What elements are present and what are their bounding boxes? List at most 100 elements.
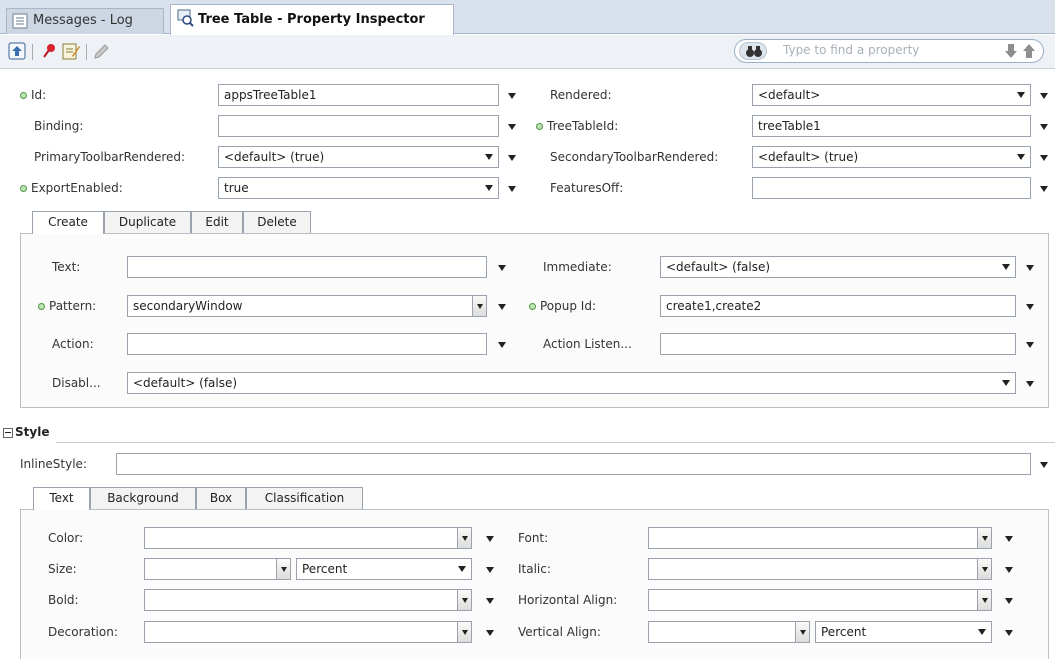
upload-icon[interactable]: [8, 42, 26, 63]
size-menu-icon[interactable]: [484, 564, 496, 576]
vertical-align-label: Vertical Align:: [518, 625, 601, 639]
export-enabled-label-text: ExportEnabled:: [31, 181, 123, 195]
binding-field[interactable]: [218, 115, 499, 137]
size-select[interactable]: [144, 558, 291, 580]
decoration-menu-icon[interactable]: [484, 627, 496, 639]
bold-menu-icon[interactable]: [484, 595, 496, 607]
action-label: Action:: [52, 337, 94, 351]
tab-messages-log[interactable]: Messages - Log: [6, 8, 164, 34]
action-menu-icon[interactable]: [496, 339, 508, 351]
font-select[interactable]: [648, 527, 992, 549]
style-section-title: Style: [15, 425, 50, 439]
status-dot: [38, 303, 45, 310]
primary-toolbar-select[interactable]: <default> (true): [218, 146, 499, 168]
pattern-menu-icon[interactable]: [496, 301, 508, 313]
next-match-icon[interactable]: [1003, 43, 1019, 62]
id-field[interactable]: appsTreeTable1: [218, 84, 499, 106]
inline-style-menu-icon[interactable]: [1038, 459, 1050, 471]
secondary-toolbar-select[interactable]: <default> (true): [752, 146, 1031, 168]
chevron-down-icon: [795, 622, 809, 642]
tab-duplicate[interactable]: Duplicate: [104, 211, 191, 233]
rendered-menu-icon[interactable]: [1038, 90, 1050, 102]
bold-label: Bold:: [48, 593, 79, 607]
action-listener-field[interactable]: [660, 333, 1016, 355]
immediate-select[interactable]: <default> (false): [660, 256, 1016, 278]
font-menu-icon[interactable]: [1003, 533, 1015, 545]
chevron-down-icon: [453, 559, 471, 579]
previous-match-icon[interactable]: [1021, 43, 1037, 62]
primary-toolbar-menu-icon[interactable]: [506, 152, 518, 164]
inline-style-label: InlineStyle:: [20, 457, 87, 471]
features-off-menu-icon[interactable]: [1038, 183, 1050, 195]
id-value: appsTreeTable1: [224, 88, 317, 102]
chevron-down-icon: [977, 528, 991, 548]
rendered-select[interactable]: <default>: [752, 84, 1031, 106]
italic-select[interactable]: [648, 558, 992, 580]
export-enabled-select[interactable]: true: [218, 177, 499, 199]
chevron-down-icon: [480, 178, 498, 198]
tab-create-label: Create: [48, 215, 88, 229]
pattern-select[interactable]: secondaryWindow: [127, 295, 487, 317]
disabled-label: Disabl...: [52, 376, 101, 390]
id-label-text: Id:: [31, 88, 47, 102]
inline-style-field[interactable]: [116, 453, 1031, 475]
collapse-icon[interactable]: [3, 428, 13, 438]
binding-menu-icon[interactable]: [506, 121, 518, 133]
tab-create[interactable]: Create: [32, 211, 104, 234]
edit-document-icon[interactable]: [61, 41, 81, 64]
vertical-align-menu-icon[interactable]: [1003, 627, 1015, 639]
bold-select[interactable]: [144, 589, 472, 611]
chevron-down-icon: [997, 373, 1015, 393]
vertical-align-unit-select[interactable]: Percent: [815, 621, 992, 643]
immediate-menu-icon[interactable]: [1024, 262, 1036, 274]
tab-style-text[interactable]: Text: [33, 487, 90, 510]
pattern-label: Pattern:: [38, 298, 96, 314]
pencil-icon[interactable]: [92, 42, 110, 63]
features-off-field[interactable]: [752, 177, 1031, 199]
color-select[interactable]: [144, 527, 472, 549]
decoration-select[interactable]: [144, 621, 472, 643]
italic-menu-icon[interactable]: [1003, 564, 1015, 576]
text-menu-icon[interactable]: [496, 262, 508, 274]
text-label: Text:: [52, 260, 81, 274]
tab-style-background[interactable]: Background: [90, 487, 196, 509]
size-unit-select[interactable]: Percent: [296, 558, 472, 580]
tab-duplicate-label: Duplicate: [118, 215, 177, 229]
tab-style-classification[interactable]: Classification: [246, 487, 363, 509]
pattern-label-text: Pattern:: [49, 299, 97, 313]
popup-id-field[interactable]: create1,create2: [660, 295, 1016, 317]
export-enabled-menu-icon[interactable]: [506, 183, 518, 195]
disabled-value: <default> (false): [133, 376, 238, 390]
features-off-label: FeaturesOff:: [550, 181, 624, 195]
chevron-down-icon: [472, 296, 486, 316]
action-field[interactable]: [127, 333, 487, 355]
tab-style-box-label: Box: [209, 491, 233, 505]
popup-id-label: Popup Id:: [529, 298, 596, 314]
tab-delete-label: Delete: [257, 215, 297, 229]
tab-edit[interactable]: Edit: [191, 211, 243, 233]
chevron-down-icon: [973, 622, 991, 642]
chevron-down-icon: [977, 559, 991, 579]
id-menu-icon[interactable]: [506, 90, 518, 102]
action-listener-menu-icon[interactable]: [1024, 339, 1036, 351]
tab-style-text-label: Text: [49, 491, 74, 505]
horizontal-align-select[interactable]: [648, 589, 992, 611]
disabled-select[interactable]: <default> (false): [127, 372, 1016, 394]
tab-delete[interactable]: Delete: [243, 211, 311, 233]
disabled-menu-icon[interactable]: [1024, 378, 1036, 390]
secondary-toolbar-menu-icon[interactable]: [1038, 152, 1050, 164]
horizontal-align-menu-icon[interactable]: [1003, 595, 1015, 607]
color-menu-icon[interactable]: [484, 533, 496, 545]
popup-id-menu-icon[interactable]: [1024, 301, 1036, 313]
treetableid-menu-icon[interactable]: [1038, 121, 1050, 133]
property-search-box[interactable]: Type to find a property: [734, 39, 1044, 63]
tab-style-box[interactable]: Box: [196, 487, 246, 509]
text-field[interactable]: [127, 256, 487, 278]
tab-property-inspector[interactable]: Tree Table - Property Inspector: [170, 4, 454, 35]
treetableid-field[interactable]: treeTable1: [752, 115, 1031, 137]
pin-icon[interactable]: [40, 42, 58, 63]
treetableid-value: treeTable1: [758, 119, 821, 133]
rendered-label: Rendered:: [550, 88, 612, 102]
vertical-align-select[interactable]: [648, 621, 810, 643]
binoculars-icon[interactable]: [739, 42, 767, 60]
